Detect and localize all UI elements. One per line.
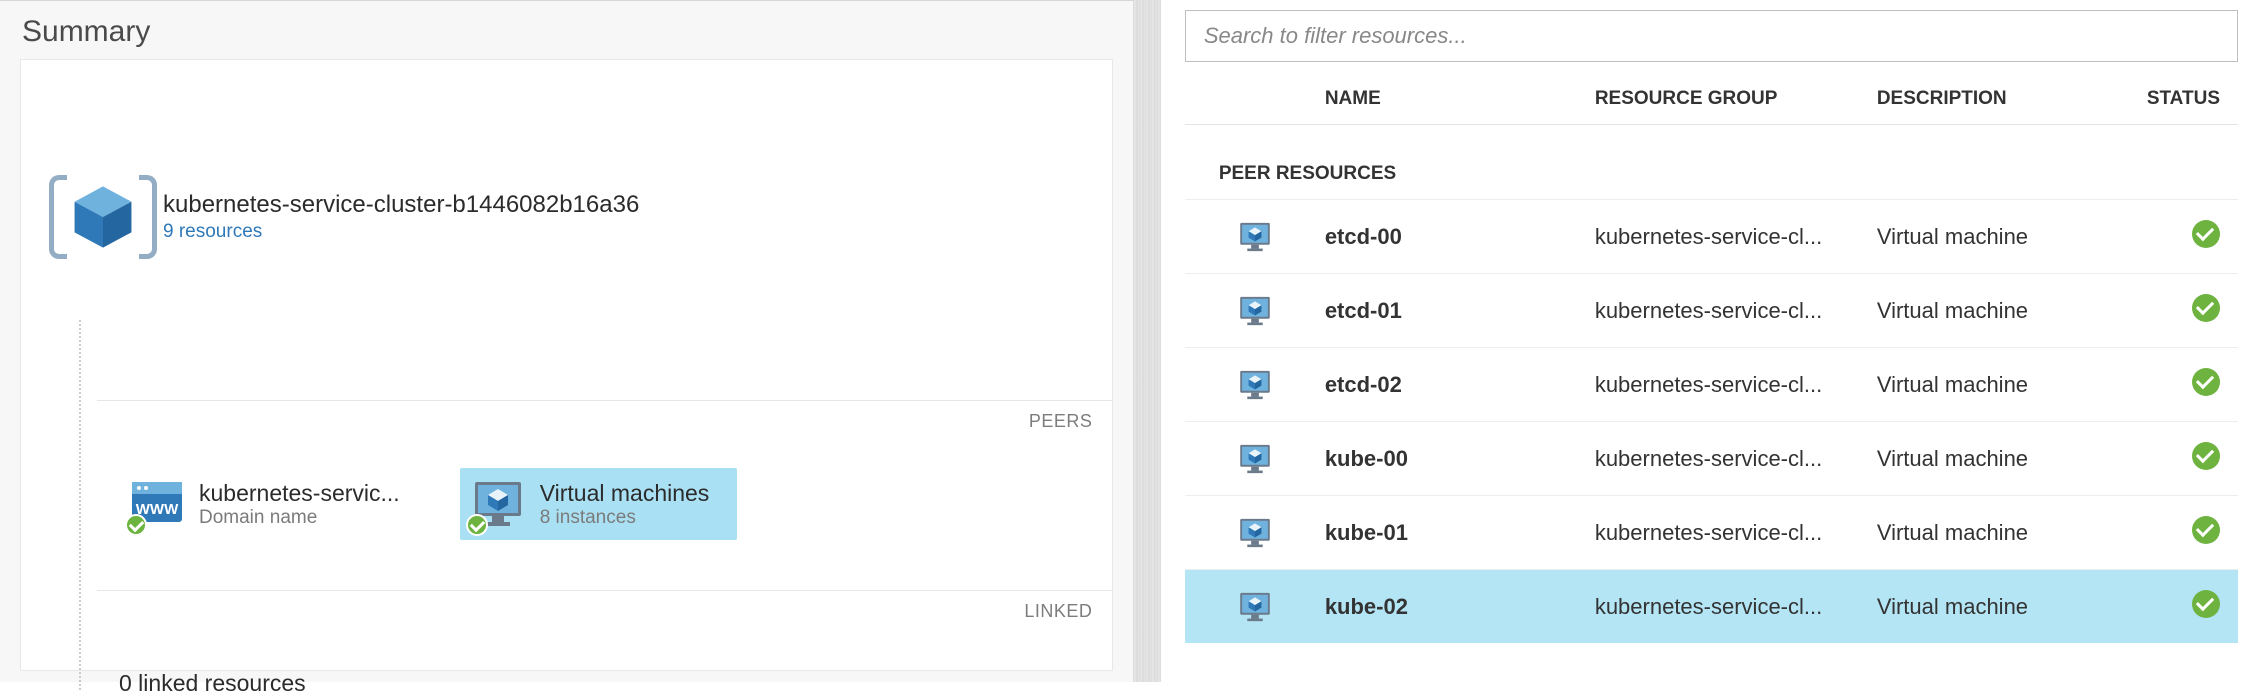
row-description: Virtual machine [1877,224,2147,250]
row-description: Virtual machine [1877,594,2147,620]
col-description[interactable]: DESCRIPTION [1877,88,2147,110]
resource-list-panel: NAME RESOURCE GROUP DESCRIPTION STATUS P… [1161,0,2262,682]
table-row[interactable]: kube-00kubernetes-service-cl...Virtual m… [1185,421,2238,495]
row-description: Virtual machine [1877,372,2147,398]
domain-card-title: kubernetes-servic... [199,480,400,507]
tree-connector [79,320,81,690]
row-name: kube-00 [1325,446,1595,472]
virtual-machine-icon [1236,589,1274,625]
vm-card-title: Virtual machines [540,480,710,507]
summary-title: Summary [0,1,1133,59]
table-row[interactable]: etcd-02kubernetes-service-cl...Virtual m… [1185,347,2238,421]
virtual-machine-icon [1236,367,1274,403]
status-ok-icon [2192,368,2220,396]
status-ok-icon [125,514,147,536]
row-resource-group: kubernetes-service-cl... [1595,372,1877,398]
row-description: Virtual machine [1877,298,2147,324]
row-name: etcd-01 [1325,298,1595,324]
service-header[interactable]: kubernetes-service-cluster-b1446082b16a3… [33,70,1100,259]
row-resource-group: kubernetes-service-cl... [1595,520,1877,546]
linked-section-label: LINKED [97,590,1112,632]
virtual-machine-icon [1236,219,1274,255]
table-row[interactable]: kube-01kubernetes-service-cl...Virtual m… [1185,495,2238,569]
status-ok-icon [2192,442,2220,470]
peer-vm-card[interactable]: Virtual machines 8 instances [460,468,738,540]
row-resource-group: kubernetes-service-cl... [1595,446,1877,472]
service-name: kubernetes-service-cluster-b1446082b16a3… [163,191,639,219]
resource-table: NAME RESOURCE GROUP DESCRIPTION STATUS P… [1185,82,2238,643]
col-status[interactable]: STATUS [2147,88,2238,110]
search-input[interactable] [1185,10,2238,62]
table-row[interactable]: etcd-01kubernetes-service-cl...Virtual m… [1185,273,2238,347]
status-ok-icon [2192,590,2220,618]
status-ok-icon [2192,220,2220,248]
row-name: kube-01 [1325,520,1595,546]
table-row[interactable]: kube-02kubernetes-service-cl...Virtual m… [1185,569,2238,643]
col-resource-group[interactable]: RESOURCE GROUP [1595,88,1877,110]
resource-count[interactable]: 9 resources [163,221,639,243]
row-resource-group: kubernetes-service-cl... [1595,298,1877,324]
peers-section-label: PEERS [97,400,1112,442]
virtual-machine-icon [1236,515,1274,551]
row-name: etcd-02 [1325,372,1595,398]
table-row[interactable]: etcd-00kubernetes-service-cl...Virtual m… [1185,199,2238,273]
virtual-machine-icon [1236,441,1274,477]
row-resource-group: kubernetes-service-cl... [1595,224,1877,250]
virtual-machine-icon [470,476,526,532]
row-description: Virtual machine [1877,446,2147,472]
status-ok-icon [2192,294,2220,322]
row-name: etcd-00 [1325,224,1595,250]
peer-domain-card[interactable]: WWW kubernetes-servic... Domain name [119,468,428,540]
domain-card-subtitle: Domain name [199,507,400,529]
row-name: kube-02 [1325,594,1595,620]
domain-name-icon: WWW [129,476,185,532]
table-header: NAME RESOURCE GROUP DESCRIPTION STATUS [1185,82,2238,125]
vm-card-subtitle: 8 instances [540,507,710,529]
group-peer-resources: PEER RESOURCES [1185,125,2238,199]
row-description: Virtual machine [1877,520,2147,546]
linked-resources-text: 0 linked resources [119,670,306,697]
panel-divider [1133,0,1160,682]
virtual-machine-icon [1236,293,1274,329]
summary-body: kubernetes-service-cluster-b1446082b16a3… [20,59,1113,671]
row-resource-group: kubernetes-service-cl... [1595,594,1877,620]
status-ok-icon [2192,516,2220,544]
summary-panel: Summary kubernetes-service-cluster-b1446… [0,0,1133,682]
status-ok-icon [466,514,488,536]
cloud-service-icon [61,175,145,259]
col-name[interactable]: NAME [1325,88,1595,110]
